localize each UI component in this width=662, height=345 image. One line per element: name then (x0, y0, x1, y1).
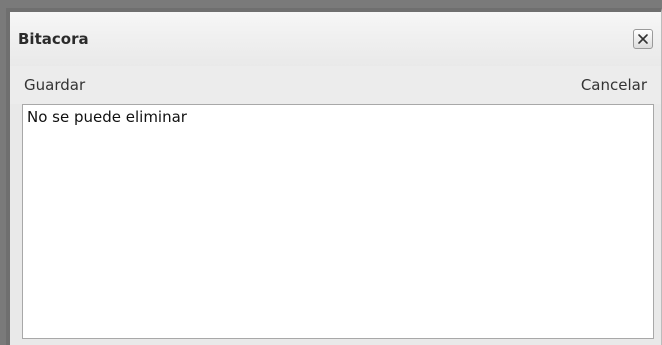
close-icon (637, 33, 649, 45)
bitacora-text-area[interactable]: No se puede eliminar (22, 104, 654, 339)
dialog-toolbar: Guardar Cancelar (10, 66, 661, 104)
bitacora-dialog: Bitacora Guardar Cancelar No se puede el… (6, 8, 662, 345)
cancel-button[interactable]: Cancelar (581, 76, 647, 94)
close-button[interactable] (633, 29, 653, 49)
dialog-title: Bitacora (18, 30, 89, 48)
dialog-title-bar: Bitacora (10, 12, 661, 66)
save-button[interactable]: Guardar (24, 76, 85, 94)
